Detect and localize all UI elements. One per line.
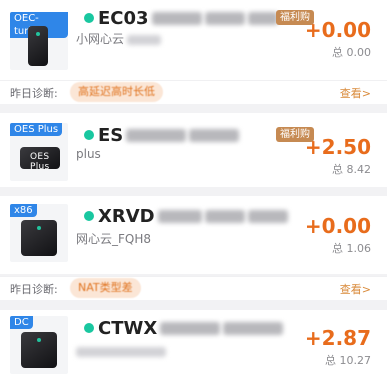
redacted-text xyxy=(189,128,240,142)
device-id: CTWX xyxy=(98,317,158,339)
dc-box-icon xyxy=(21,332,57,368)
device-image: OEC-turbo xyxy=(10,12,68,70)
device-subtitle: 小网心云 xyxy=(76,30,162,47)
device-subtitle: plus xyxy=(76,147,101,161)
online-status-icon xyxy=(84,13,94,23)
earning-amount: +2.87 xyxy=(304,326,371,350)
device-id: XRVD xyxy=(98,205,155,227)
device-subtitle xyxy=(76,344,166,358)
device-image: DC xyxy=(10,316,68,374)
device-subtitle: 网心云_FQH8 xyxy=(76,232,152,246)
device-type-tag: x86 xyxy=(10,204,37,217)
earning-total: 总 0.00 xyxy=(332,46,371,59)
diagnosis-label: 昨日诊断: xyxy=(10,283,58,296)
diagnosis-message: 高延迟高时长低 xyxy=(70,82,163,102)
redacted-text xyxy=(247,209,288,223)
online-status-icon xyxy=(84,323,94,333)
box-label: OES Plus xyxy=(30,152,50,172)
device-name: ES xyxy=(84,123,240,147)
device-type-tag: DC xyxy=(10,316,33,329)
diagnosis-row: 昨日诊断: NAT类型差 查看> xyxy=(0,276,387,300)
online-status-icon xyxy=(84,211,94,221)
device-name: XRVD xyxy=(84,204,288,228)
earning-total: 总 8.42 xyxy=(332,163,371,176)
device-card[interactable]: OEC-turbo EC03 福利购 小网心云 +0.00 总 0.00 xyxy=(0,0,387,80)
redacted-text xyxy=(126,128,187,142)
device-id: EC03 xyxy=(98,7,149,29)
view-diagnosis-link[interactable]: 查看> xyxy=(340,281,371,297)
earning-total: 总 1.06 xyxy=(332,242,371,255)
redacted-text xyxy=(247,11,278,25)
device-card[interactable]: x86 XRVD 网心云_FQH8 +0.00 总 1.06 xyxy=(0,196,387,274)
device-image: x86 xyxy=(10,204,68,262)
diagnosis-row: 昨日诊断: 高延迟高时长低 查看> xyxy=(0,80,387,104)
redacted-text xyxy=(223,321,284,335)
x86-box-icon xyxy=(21,220,57,256)
device-type-tag: OES Plus xyxy=(10,123,63,136)
view-diagnosis-link[interactable]: 查看> xyxy=(340,85,371,101)
redacted-text xyxy=(157,209,202,223)
device-card[interactable]: OES Plus OES Plus ES 福利购 plus +2.50 总 8.… xyxy=(0,113,387,187)
earning-amount: +2.50 xyxy=(304,135,371,159)
diagnosis-label: 昨日诊断: xyxy=(10,87,58,100)
earning-amount: +0.00 xyxy=(304,18,371,42)
device-card[interactable]: DC CTWX +2.87 总 10.27 xyxy=(0,310,387,383)
earning-total: 总 10.27 xyxy=(325,354,371,367)
earning-amount: +0.00 xyxy=(304,214,371,238)
redacted-text xyxy=(151,11,202,25)
device-name: CTWX xyxy=(84,316,284,340)
device-id: ES xyxy=(98,124,124,146)
device-name: EC03 xyxy=(84,6,278,30)
oec-turbo-box-icon xyxy=(28,26,48,66)
device-image: OES Plus OES Plus xyxy=(10,123,68,181)
redacted-text xyxy=(204,209,245,223)
redacted-text xyxy=(204,11,245,25)
online-status-icon xyxy=(84,130,94,140)
diagnosis-message: NAT类型差 xyxy=(70,278,141,298)
redacted-text xyxy=(160,321,221,335)
device-list: OEC-turbo EC03 福利购 小网心云 +0.00 总 0.00 昨日诊… xyxy=(0,0,387,383)
